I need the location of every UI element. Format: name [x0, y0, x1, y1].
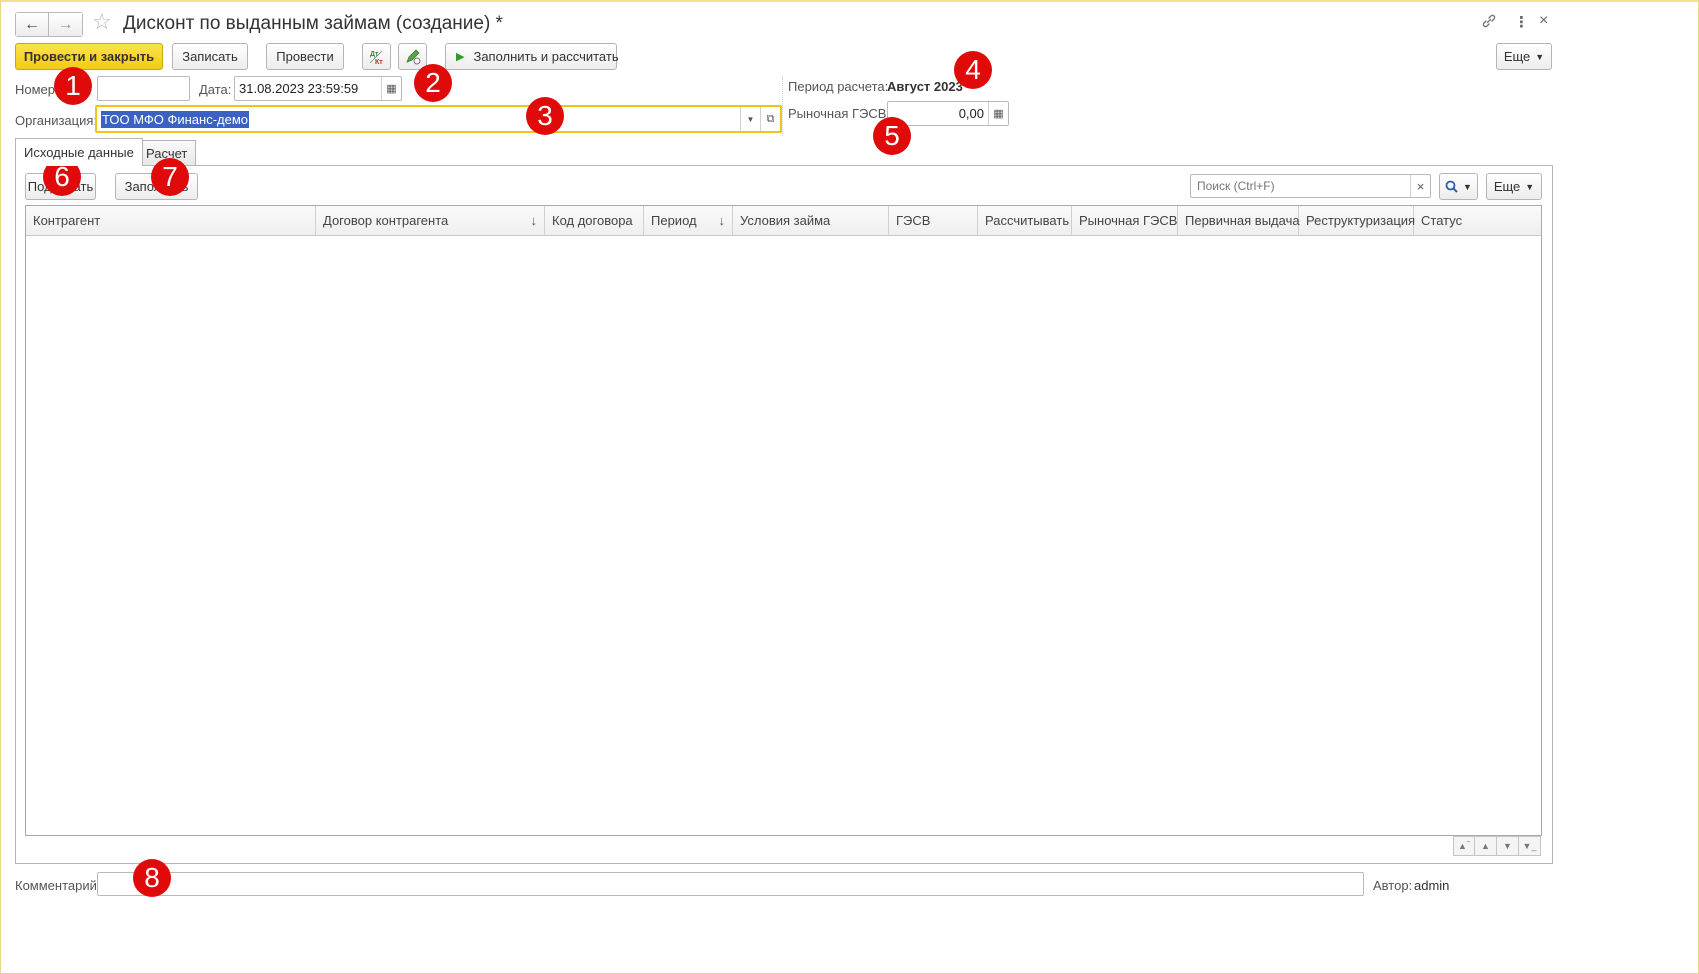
- more-vertical-icon[interactable]: ⋮: [1514, 13, 1529, 31]
- data-table[interactable]: Контрагент Договор контрагента ↓ Код дого…: [25, 205, 1542, 836]
- table-scroll-buttons: ▲‾ ▲ ▼ ▼_: [1453, 836, 1541, 856]
- column-header-primary-issue[interactable]: Первичная выдача: [1178, 206, 1300, 235]
- caret-down-icon: ▼: [1463, 181, 1472, 192]
- dropdown-icon[interactable]: ▼: [740, 107, 760, 131]
- callout-marker: 8: [133, 859, 171, 897]
- tab-source-data[interactable]: Исходные данные: [15, 138, 143, 166]
- window-title: Дисконт по выданным займам (создание) *: [123, 13, 503, 34]
- fill-and-calculate-label: Заполнить и рассчитать: [473, 49, 619, 64]
- date-value: 31.08.2023 23:59:59: [239, 81, 359, 96]
- scroll-last-icon[interactable]: ▼_: [1519, 836, 1541, 856]
- column-label: Период: [651, 213, 697, 228]
- clear-search-icon[interactable]: ×: [1410, 175, 1430, 197]
- arrow-left-icon: ←: [24, 15, 40, 33]
- save-button[interactable]: Записать: [172, 43, 248, 70]
- search-options-button[interactable]: ▼: [1439, 173, 1478, 200]
- play-icon: ▶: [456, 51, 465, 63]
- close-icon[interactable]: ×: [1539, 12, 1548, 30]
- column-header-loan-terms[interactable]: Условия займа: [733, 206, 889, 235]
- column-header-status[interactable]: Статус: [1414, 206, 1541, 235]
- callout-marker: 7: [151, 158, 189, 196]
- scroll-first-icon[interactable]: ▲‾: [1453, 836, 1475, 856]
- pencil-icon: [405, 48, 420, 64]
- column-label: Договор контрагента: [323, 213, 449, 228]
- column-label: Статус: [1421, 213, 1463, 228]
- svg-text:Кт: Кт: [375, 59, 383, 66]
- number-label: Номер:: [15, 82, 59, 97]
- link-icon[interactable]: [1481, 13, 1497, 33]
- dt-kt-icon: Дт Кт: [369, 50, 383, 66]
- column-label: ГЭСВ: [896, 213, 931, 228]
- document-window: ← → ☆ Дисконт по выданным займам (создан…: [0, 0, 1699, 974]
- svg-text:Дт: Дт: [370, 51, 379, 58]
- callout-marker: 5: [873, 117, 911, 155]
- post-and-close-button[interactable]: Провести и закрыть: [15, 43, 163, 70]
- caret-down-icon: ▼: [1535, 51, 1545, 62]
- navigation-buttons: ← →: [15, 12, 83, 37]
- column-label: Код договора: [552, 213, 633, 228]
- table-more-label: Еще: [1493, 179, 1521, 194]
- date-field[interactable]: 31.08.2023 23:59:59 ▦: [234, 76, 402, 101]
- forward-button[interactable]: →: [49, 12, 83, 37]
- favorite-star-icon[interactable]: ☆: [92, 9, 112, 35]
- table-more-button[interactable]: Еще ▼: [1486, 173, 1542, 200]
- fill-and-calculate-button[interactable]: ▶ Заполнить и рассчитать: [445, 43, 619, 70]
- table-header: Контрагент Договор контрагента ↓ Код дого…: [26, 206, 1541, 236]
- column-header-restructuring[interactable]: Реструктуризация: [1299, 206, 1416, 235]
- table-body[interactable]: [26, 236, 1541, 835]
- comment-input[interactable]: [97, 872, 1364, 896]
- callout-marker: 1: [54, 67, 92, 105]
- column-header-contract[interactable]: Договор контрагента ↓: [316, 206, 545, 235]
- sort-arrow-icon: ↓: [718, 213, 726, 228]
- column-header-market-gesv[interactable]: Рыночная ГЭСВ: [1072, 206, 1178, 235]
- date-label: Дата:: [199, 82, 232, 97]
- column-header-calculate[interactable]: Рассчитывать: [978, 206, 1072, 235]
- column-header-gesv[interactable]: ГЭСВ: [889, 206, 978, 235]
- callout-marker: 2: [414, 64, 452, 102]
- number-input[interactable]: [97, 76, 190, 101]
- column-header-counterparty[interactable]: Контрагент: [26, 206, 316, 235]
- sort-arrow-icon: ↓: [530, 213, 538, 228]
- column-header-period[interactable]: Период ↓: [644, 206, 733, 235]
- column-header-contract-code[interactable]: Код договора: [545, 206, 644, 235]
- calculator-icon[interactable]: ▦: [988, 102, 1008, 125]
- scroll-up-icon[interactable]: ▲: [1475, 836, 1497, 856]
- open-icon[interactable]: ⧉: [760, 107, 780, 131]
- dt-kt-button[interactable]: Дт Кт: [362, 43, 391, 70]
- author-label: Автор:: [1373, 878, 1413, 893]
- calendar-icon[interactable]: ▦: [381, 77, 401, 100]
- caret-down-icon: ▼: [1525, 181, 1535, 192]
- market-gesv-label: Рыночная ГЭСВ:: [788, 106, 891, 121]
- more-button[interactable]: Еще ▼: [1496, 43, 1552, 70]
- callout-marker: 3: [526, 97, 564, 135]
- column-label: Рыночная ГЭСВ: [1079, 213, 1178, 228]
- column-label: Реструктуризация: [1306, 213, 1416, 228]
- organization-field[interactable]: ТОО МФО Финанс-демо ▼ ⧉: [95, 105, 782, 133]
- organization-value: ТОО МФО Финанс-демо: [101, 110, 250, 128]
- comment-label: Комментарий:: [15, 878, 101, 893]
- search-icon: [1445, 180, 1458, 193]
- more-label: Еще: [1503, 49, 1531, 64]
- organization-label: Организация:: [15, 113, 98, 128]
- arrow-right-icon: →: [57, 15, 74, 33]
- period-value: Август 2023: [887, 79, 963, 94]
- column-label: Условия займа: [740, 213, 831, 228]
- scroll-down-icon[interactable]: ▼: [1497, 836, 1519, 856]
- search-field[interactable]: ×: [1190, 174, 1431, 198]
- separator: [782, 76, 783, 136]
- period-label: Период расчета:: [788, 79, 889, 94]
- market-gesv-value: 0,00: [958, 106, 984, 121]
- column-label: Контрагент: [33, 213, 101, 228]
- author-value: admin: [1414, 878, 1450, 893]
- post-button[interactable]: Провести: [266, 43, 344, 70]
- search-input[interactable]: [1195, 178, 1410, 194]
- back-button[interactable]: ←: [15, 12, 49, 37]
- column-label: Рассчитывать: [985, 213, 1070, 228]
- callout-marker: 4: [954, 51, 992, 89]
- column-label: Первичная выдача: [1185, 213, 1300, 228]
